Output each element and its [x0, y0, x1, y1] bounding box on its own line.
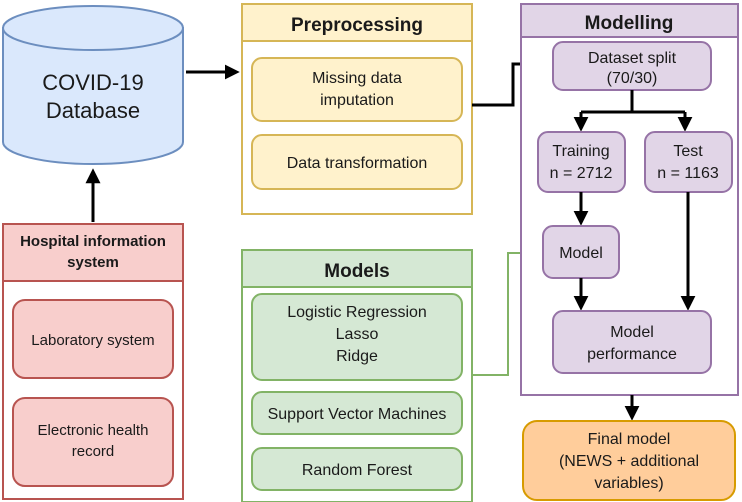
models-panel: Models Logistic Regression Lasso Ridge S… [241, 249, 473, 502]
electronic-health-record-item[interactable]: Electronic health record [12, 397, 174, 487]
data-transformation-label: Data transformation [287, 155, 428, 172]
model-node[interactable]: Model [542, 225, 620, 279]
dataset-split-label-line2: (70/30) [607, 70, 658, 87]
laboratory-system-item[interactable]: Laboratory system [12, 299, 174, 379]
training-box[interactable] [537, 131, 626, 193]
database-label-line1: COVID-19 [42, 70, 143, 95]
model-label: Model [559, 245, 603, 262]
test-label-line1: Test [673, 143, 703, 160]
electronic-health-record-label-line1: Electronic health [38, 422, 149, 439]
dataset-split-node[interactable]: Dataset split (70/30) [552, 41, 712, 91]
test-label-line2: n = 1163 [657, 165, 719, 182]
final-model-node[interactable]: Final model (NEWS + additional variables… [522, 420, 736, 501]
final-model-label-line2: (NEWS + additional [559, 453, 699, 470]
logistic-regression-label: Logistic Regression [287, 304, 427, 321]
test-node[interactable]: Test n = 1163 [644, 131, 733, 193]
missing-data-imputation-label-line2: imputation [320, 92, 394, 109]
lasso-label: Lasso [336, 326, 379, 343]
support-vector-machines-label: Support Vector Machines [268, 406, 447, 423]
data-transformation-item[interactable]: Data transformation [251, 134, 463, 190]
laboratory-system-label: Laboratory system [31, 332, 154, 349]
electronic-health-record-box[interactable] [12, 397, 174, 487]
missing-data-imputation-box[interactable] [251, 57, 463, 122]
missing-data-imputation-item[interactable]: Missing data imputation [251, 57, 463, 122]
cylinder-top-ellipse [2, 5, 184, 51]
covid-database-cylinder: COVID-19 Database [2, 5, 184, 165]
training-label-line2: n = 2712 [550, 165, 613, 182]
training-node[interactable]: Training n = 2712 [537, 131, 626, 193]
models-panel-header: Models [324, 261, 389, 282]
final-model-label-line1: Final model [588, 431, 671, 448]
flowchart-diagram: COVID-19 Database Hospital information s… [2, 3, 739, 502]
modelling-panel: Modelling Dataset split (70/30) Training… [520, 3, 739, 396]
dataset-split-label-line1: Dataset split [588, 50, 677, 67]
final-model-label-line3: variables) [594, 475, 663, 492]
support-vector-machines-item[interactable]: Support Vector Machines [251, 391, 463, 435]
hospital-panel-header-line2: system [67, 254, 119, 271]
hospital-information-system-panel: Hospital information system Laboratory s… [2, 223, 184, 500]
electronic-health-record-label-line2: record [72, 443, 115, 460]
modelling-panel-header: Modelling [585, 13, 674, 34]
test-box[interactable] [644, 131, 733, 193]
linear-models-item[interactable]: Logistic Regression Lasso Ridge [251, 293, 463, 381]
hospital-panel-header-line1: Hospital information [20, 233, 166, 250]
model-performance-node[interactable]: Model performance [552, 310, 712, 374]
missing-data-imputation-label-line1: Missing data [312, 70, 402, 87]
training-label-line1: Training [552, 143, 609, 160]
model-performance-label-line2: performance [587, 346, 677, 363]
database-label-line2: Database [46, 98, 140, 123]
model-performance-box[interactable] [552, 310, 712, 374]
random-forest-item[interactable]: Random Forest [251, 447, 463, 491]
preprocessing-panel-header: Preprocessing [291, 15, 423, 36]
ridge-label: Ridge [336, 348, 378, 365]
preprocessing-panel: Preprocessing Missing data imputation Da… [241, 3, 473, 215]
model-performance-label-line1: Model [610, 324, 654, 341]
random-forest-label: Random Forest [302, 462, 413, 479]
